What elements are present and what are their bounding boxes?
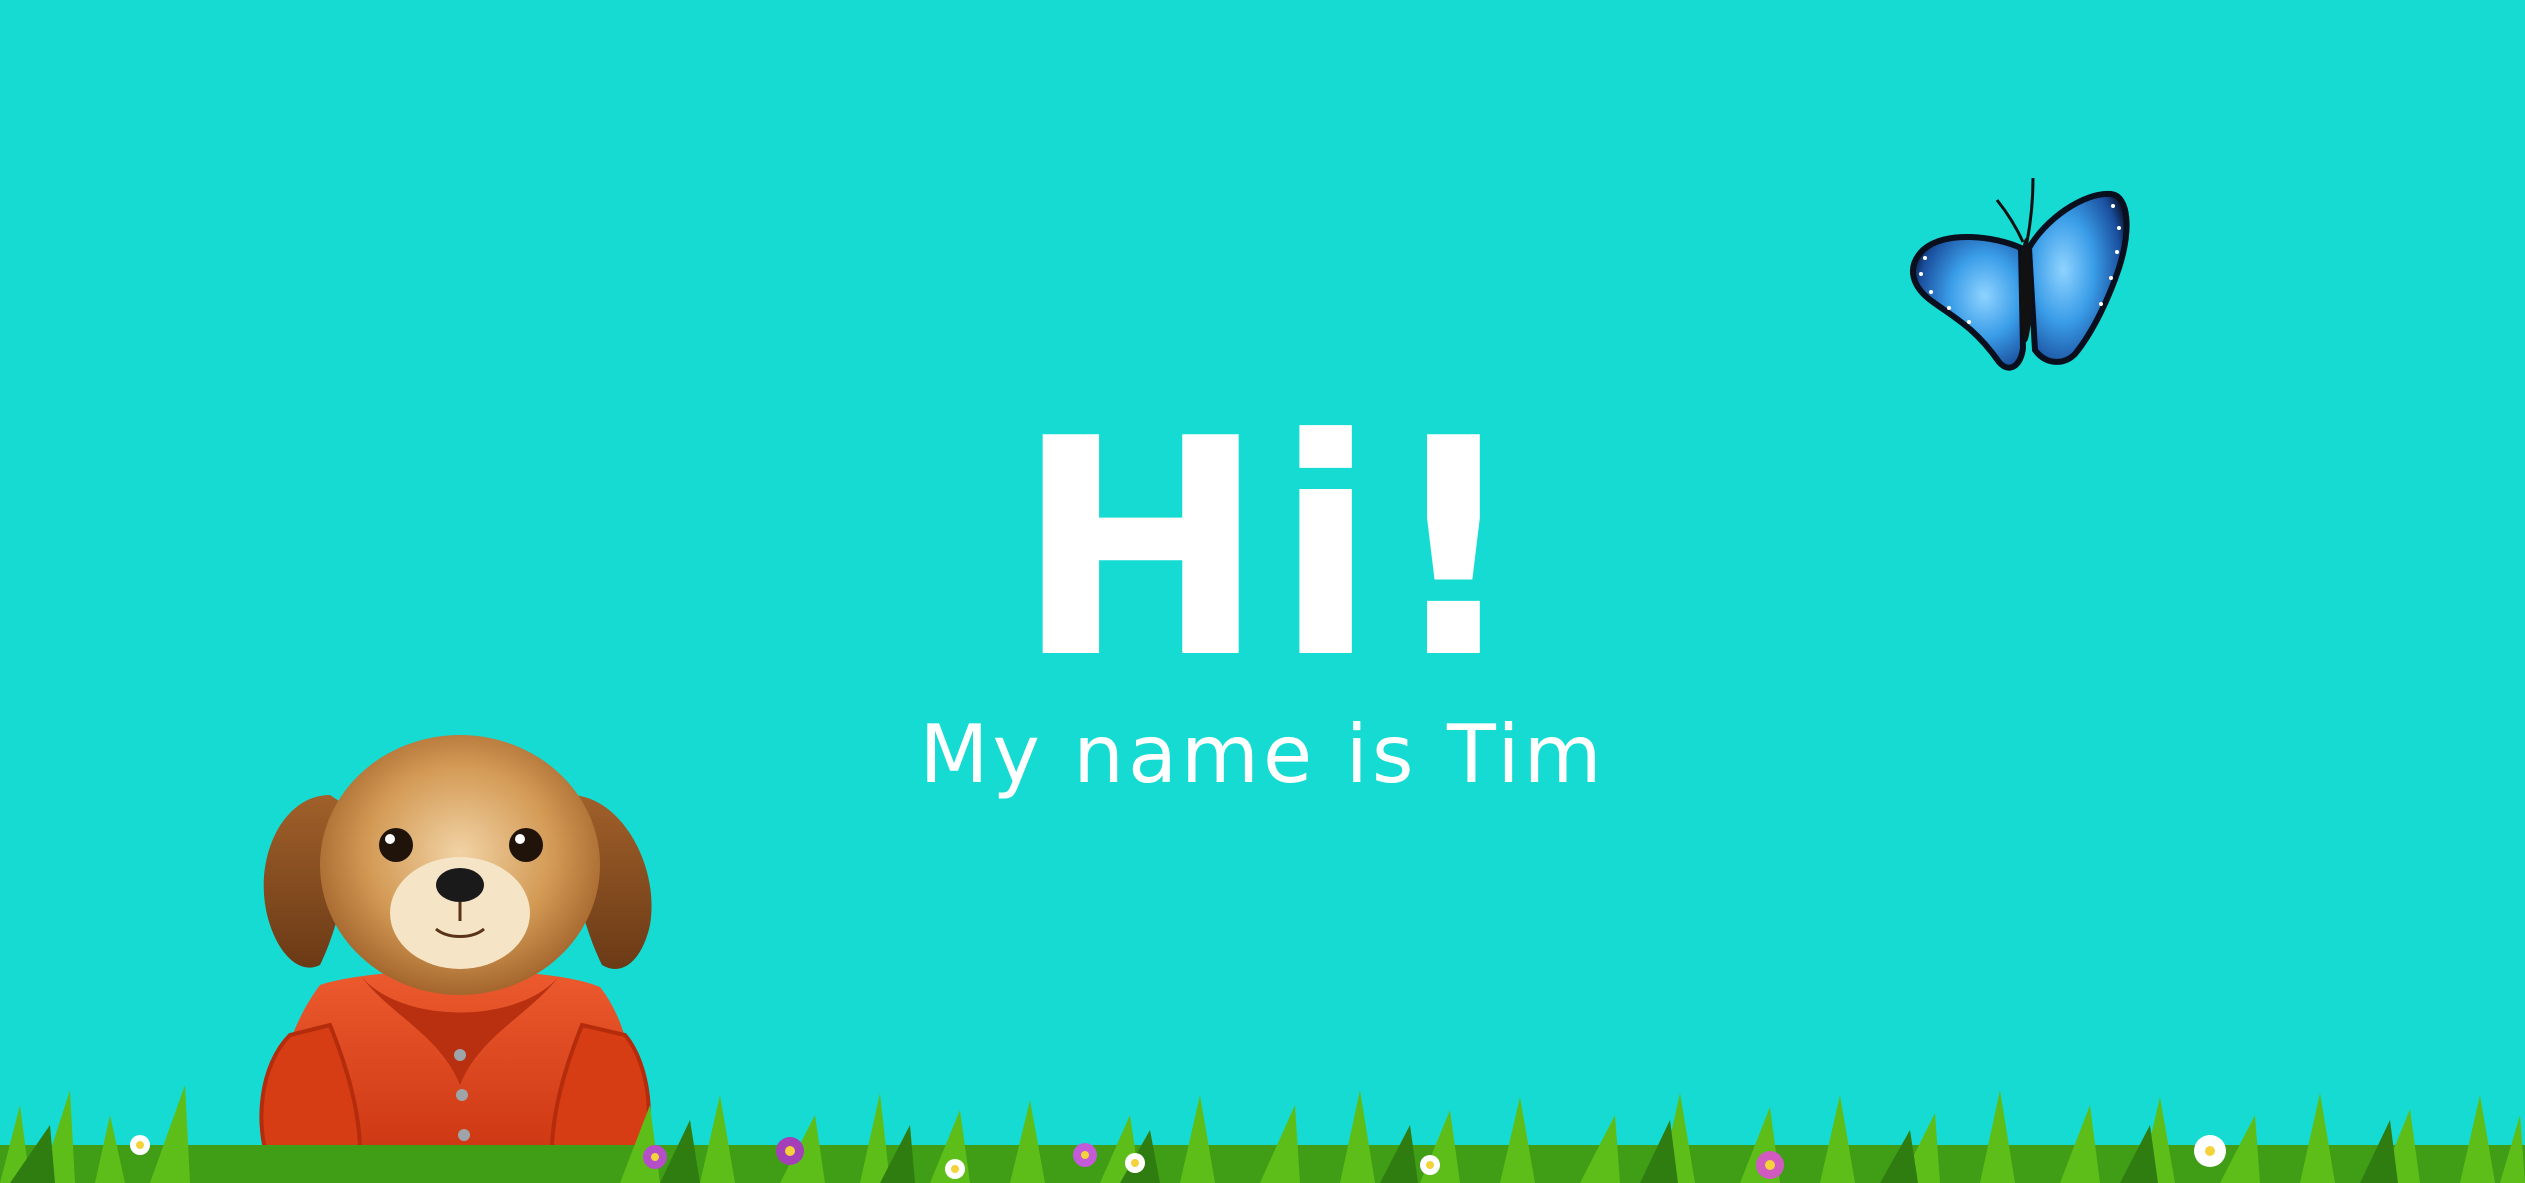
hero-page: Hi! My name is Tim [0, 0, 2525, 1183]
flower [1756, 1151, 1784, 1179]
flower [1420, 1155, 1440, 1175]
flower [776, 1137, 804, 1165]
puppy-eye-highlight [385, 834, 395, 844]
butterfly-antenna [2025, 177, 2035, 243]
puppy-left-eye [379, 828, 413, 862]
puppy-nose [436, 868, 484, 902]
butterfly-antenna [1995, 199, 2025, 243]
flower [1125, 1153, 1145, 1173]
flower [130, 1135, 150, 1155]
grass-strip [0, 1085, 2525, 1183]
greeting-title: Hi! [1015, 375, 1530, 724]
butterfly-left-wing [1910, 233, 2027, 371]
butterfly-body [2020, 238, 2032, 342]
flower [1073, 1143, 1097, 1167]
flower [2194, 1135, 2226, 1167]
butterfly-image [1910, 177, 2130, 371]
flower [643, 1145, 667, 1169]
puppy-shirt-button [454, 1049, 466, 1061]
flower [945, 1159, 965, 1179]
puppy-right-eye [509, 828, 543, 862]
puppy-eye-highlight [515, 834, 525, 844]
